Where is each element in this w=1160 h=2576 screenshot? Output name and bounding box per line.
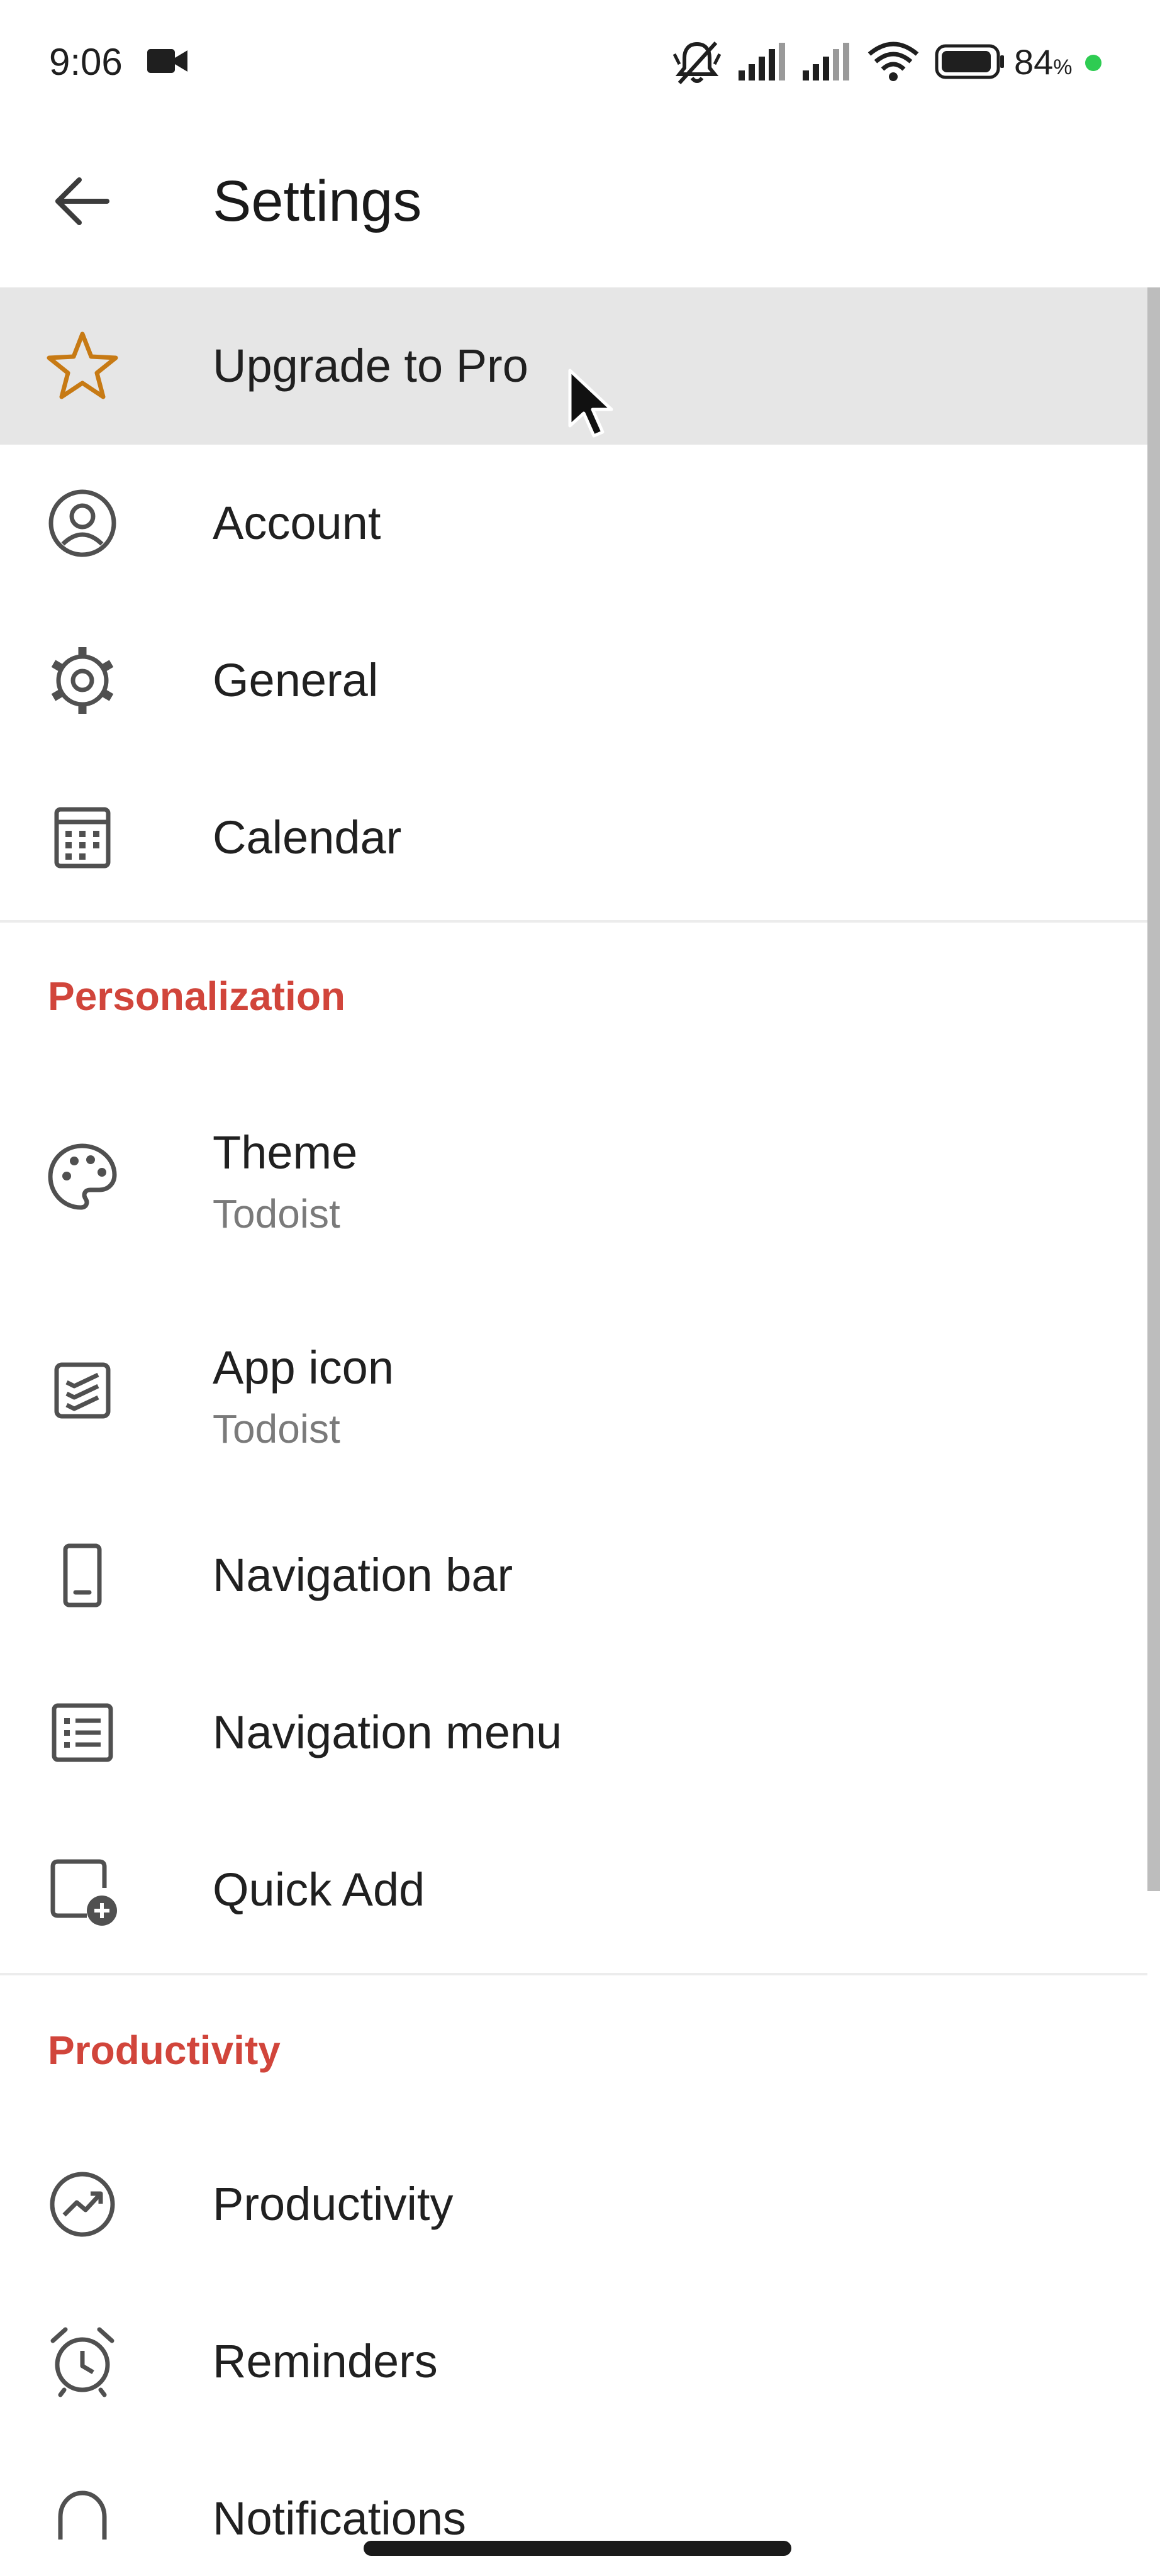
section-header-personalization: Personalization	[48, 974, 345, 1019]
settings-item-label: Navigation menu	[213, 1706, 562, 1758]
status-bar: 9:06 84%	[0, 0, 1160, 126]
settings-item-navigation-menu[interactable]: Navigation menu	[0, 1654, 1147, 1811]
back-button[interactable]	[38, 157, 126, 245]
settings-list[interactable]: Upgrade to Pro Account General Calendar …	[0, 287, 1160, 2576]
bell-icon	[58, 2490, 107, 2540]
mouse-cursor-icon	[568, 369, 613, 438]
settings-item-account[interactable]: Account	[0, 445, 1147, 602]
star-icon	[47, 331, 118, 399]
privacy-indicator-dot	[1085, 55, 1101, 71]
phone-icon	[63, 1543, 102, 1607]
settings-item-value: Todoist	[213, 1406, 340, 1452]
settings-item-label: Quick Add	[213, 1863, 425, 1916]
section-divider	[0, 920, 1147, 923]
settings-item-label: Productivity	[213, 2178, 454, 2230]
signal-icon	[803, 43, 849, 80]
settings-screen: 9:06 84% Settings Upgrade to Pro Account…	[0, 0, 1160, 2576]
settings-item-label: Navigation bar	[213, 1549, 513, 1601]
signal-icon	[739, 43, 785, 80]
settings-item-navigation-bar[interactable]: Navigation bar	[0, 1497, 1147, 1654]
settings-item-label: Notifications	[213, 2492, 467, 2545]
settings-item-reminders[interactable]: Reminders	[0, 2283, 1147, 2440]
quick-add-icon	[50, 1859, 117, 1926]
account-circle-icon	[48, 489, 116, 557]
gesture-navigation-bar[interactable]	[364, 2541, 791, 2556]
settings-item-label: Theme	[213, 1126, 358, 1179]
gear-icon	[51, 647, 114, 714]
list-icon	[52, 1703, 113, 1762]
settings-item-label: Reminders	[213, 2335, 438, 2387]
settings-item-label: General	[213, 654, 379, 706]
settings-item-general[interactable]: General	[0, 602, 1147, 759]
settings-item-app-icon[interactable]: App icon Todoist	[0, 1283, 1147, 1497]
settings-item-value: Todoist	[213, 1191, 340, 1236]
app-bar: Settings	[0, 126, 1160, 283]
back-arrow-icon	[55, 177, 109, 225]
settings-item-productivity[interactable]: Productivity	[0, 2126, 1147, 2283]
settings-item-label: Account	[213, 497, 381, 549]
settings-item-quick-add[interactable]: Quick Add	[0, 1811, 1147, 1968]
settings-item-label: App icon	[213, 1341, 394, 1394]
section-header-productivity: Productivity	[48, 2028, 281, 2073]
page-title: Settings	[213, 169, 422, 233]
settings-item-calendar[interactable]: Calendar	[0, 759, 1147, 916]
status-time: 9:06	[49, 41, 123, 83]
settings-item-label: Calendar	[213, 811, 402, 863]
app-icon-icon	[54, 1362, 111, 1419]
silent-mode-icon	[672, 41, 722, 85]
calendar-icon	[54, 807, 111, 869]
video-camera-icon	[147, 49, 187, 73]
settings-item-label: Upgrade to Pro	[213, 340, 528, 392]
settings-item-theme[interactable]: Theme Todoist	[0, 1069, 1147, 1283]
alarm-icon	[50, 2327, 114, 2397]
battery-icon	[935, 44, 1004, 79]
palette-icon	[48, 1143, 117, 1210]
scrollbar[interactable]	[1147, 287, 1160, 1891]
trend-icon	[50, 2172, 115, 2237]
battery-percent: 84%	[1014, 42, 1073, 82]
section-divider	[0, 1973, 1147, 1975]
wifi-icon	[867, 42, 919, 81]
